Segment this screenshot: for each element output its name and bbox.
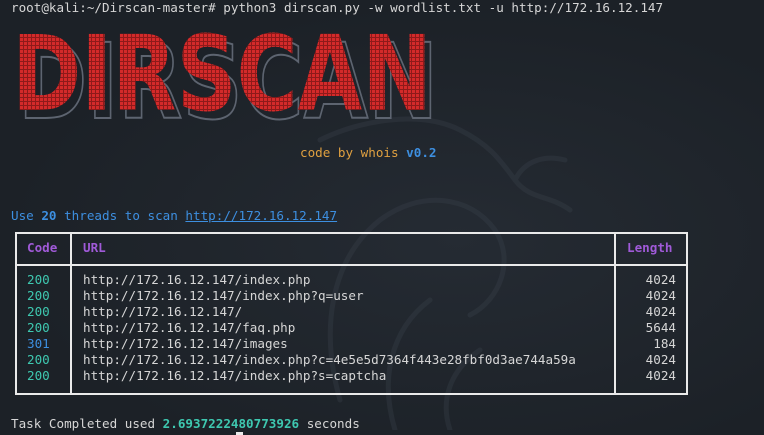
row-url: http://172.16.12.147/ [83, 304, 243, 319]
row-url: http://172.16.12.147/index.php?q=user [83, 288, 364, 303]
shell-prompt: root@kali:~/Dirscan-master# [11, 0, 216, 15]
row-length: 4024 [645, 352, 676, 367]
completion-line: Task Completed used 2.6937222480773926 s… [11, 416, 360, 432]
threads-middle: threads to scan [56, 208, 186, 223]
column-divider [70, 232, 72, 395]
credit-text: code by whois [300, 145, 407, 160]
row-url: http://172.16.12.147/index.php [83, 272, 311, 287]
completed-suffix: seconds [299, 416, 360, 431]
completed-prefix: Task Completed used [11, 416, 163, 431]
row-url: http://172.16.12.147/index.php?c=4e5e5d7… [83, 352, 576, 367]
row-url: http://172.16.12.147/faq.php [83, 320, 296, 335]
row-length: 184 [653, 336, 676, 351]
row-code: 200 [27, 288, 50, 303]
command-line: root@kali:~/Dirscan-master# python3 dirs… [11, 0, 663, 16]
row-length: 4024 [645, 368, 676, 383]
target-url-link[interactable]: http://172.16.12.147 [185, 208, 337, 223]
row-length: 4024 [645, 288, 676, 303]
row-length: 5644 [645, 320, 676, 335]
row-url: http://172.16.12.147/index.php?s=captcha [83, 368, 387, 383]
threads-line: Use 20 threads to scan http://172.16.12.… [11, 208, 337, 224]
credit-line: code by whois v0.2 [300, 145, 437, 161]
row-code: 200 [27, 352, 50, 367]
terminal-window[interactable]: root@kali:~/Dirscan-master# python3 dirs… [0, 0, 764, 435]
row-url: http://172.16.12.147/images [83, 336, 288, 351]
column-divider [614, 232, 616, 395]
header-code: Code [27, 240, 58, 255]
command-text: python3 dirscan.py -w wordlist.txt -u ht… [215, 0, 664, 15]
row-length: 4024 [645, 272, 676, 287]
threads-prefix: Use [11, 208, 42, 223]
header-length: Length [627, 240, 673, 255]
row-length: 4024 [645, 304, 676, 319]
row-code: 200 [27, 304, 50, 319]
row-code: 200 [27, 368, 50, 383]
row-code: 301 [27, 336, 50, 351]
version-text: v0.2 [406, 145, 437, 160]
dirscan-banner: DIRSCAN DIRSCAN [12, 30, 439, 126]
row-code: 200 [27, 320, 50, 335]
banner-title: DIRSCAN [12, 30, 432, 126]
row-code: 200 [27, 272, 50, 287]
threads-count: 20 [41, 208, 57, 223]
header-divider [15, 264, 688, 266]
header-url: URL [83, 240, 106, 255]
completed-time: 2.6937222480773926 [162, 416, 300, 431]
